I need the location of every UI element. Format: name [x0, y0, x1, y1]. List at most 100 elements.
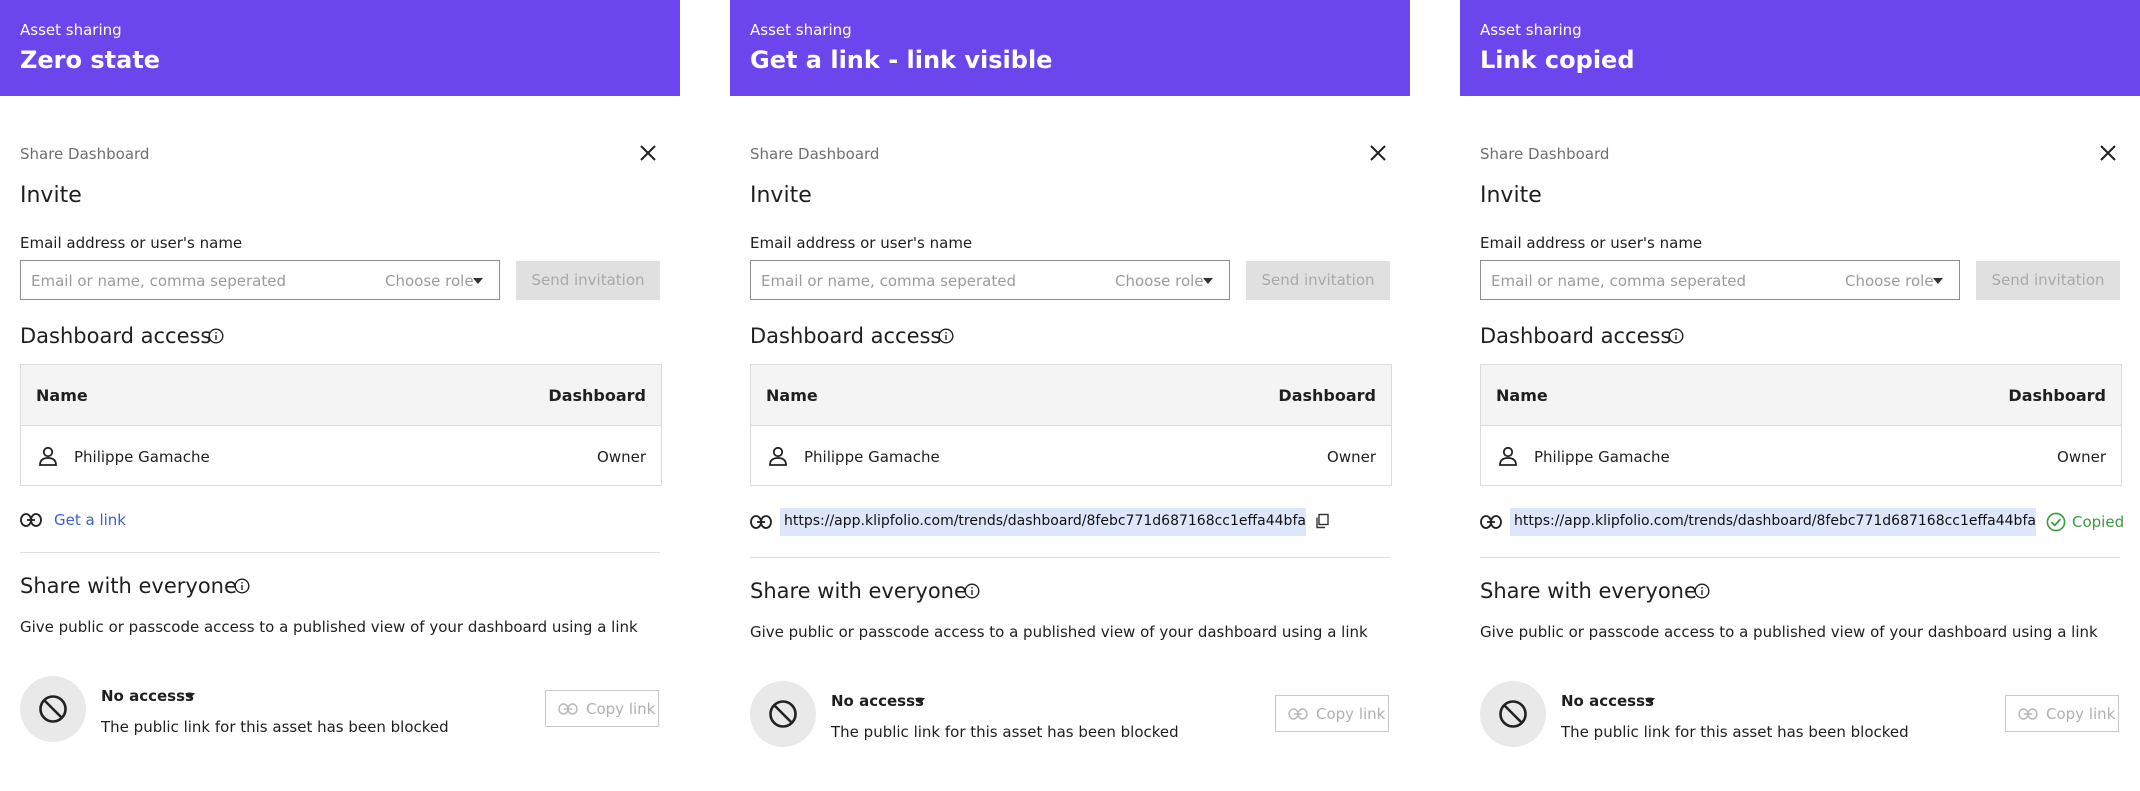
block-icon	[769, 700, 797, 728]
info-icon[interactable]	[938, 328, 954, 344]
access-description: The public link for this asset has been …	[101, 718, 449, 736]
email-input[interactable]: Email or name, comma seperated Choose ro…	[20, 260, 500, 300]
caret-down-icon[interactable]	[915, 698, 925, 704]
info-icon[interactable]	[964, 583, 980, 599]
user-role: Owner	[1327, 448, 1376, 466]
block-icon	[1499, 700, 1527, 728]
table-header: Name Dashboard	[1481, 365, 2121, 426]
user-name: Philippe Gamache	[74, 448, 210, 466]
access-level-select[interactable]: No accesss	[1561, 692, 1654, 710]
share-description: Give public or passcode access to a publ…	[750, 623, 1368, 641]
access-level-select[interactable]: No accesss	[831, 692, 924, 710]
email-input[interactable]: Email or name, comma seperated Choose ro…	[750, 260, 1230, 300]
access-description: The public link for this asset has been …	[831, 723, 1179, 741]
link-icon	[750, 515, 772, 529]
divider	[750, 557, 1390, 558]
copy-link-label: Copy link	[2046, 705, 2116, 723]
access-description: The public link for this asset has been …	[1561, 723, 1909, 741]
link-icon	[1288, 708, 1308, 720]
panel-header: Asset sharing Zero state	[0, 0, 680, 96]
copy-link-label: Copy link	[586, 700, 656, 718]
column-name: Name	[766, 386, 818, 405]
user-icon	[39, 446, 57, 466]
column-dashboard: Dashboard	[548, 386, 646, 405]
email-placeholder: Email or name, comma seperated	[1491, 272, 1746, 290]
copied-status: Copied	[2072, 513, 2125, 531]
caret-down-icon[interactable]	[1645, 698, 1655, 704]
panel-header: Asset sharing Link copied	[1460, 0, 2140, 96]
share-link-field[interactable]: https://app.klipfolio.com/trends/dashboa…	[780, 508, 1306, 536]
link-icon	[1480, 515, 1502, 529]
share-everyone-heading: Share with everyone	[750, 579, 967, 603]
column-name: Name	[36, 386, 88, 405]
user-icon	[1499, 446, 1517, 466]
get-a-link-button[interactable]: Get a link	[54, 511, 126, 529]
send-invitation-button[interactable]: Send invitation	[516, 261, 660, 300]
close-icon[interactable]	[638, 143, 658, 163]
copy-link-label: Copy link	[1316, 705, 1386, 723]
user-name: Philippe Gamache	[804, 448, 940, 466]
copy-link-button[interactable]: Copy link	[2005, 695, 2119, 732]
share-link-url: https://app.klipfolio.com/trends/dashboa…	[784, 513, 1306, 529]
close-icon[interactable]	[2098, 143, 2118, 163]
access-level-select[interactable]: No accesss	[101, 687, 194, 705]
copy-link-button[interactable]: Copy link	[1275, 695, 1389, 732]
dashboard-access-heading: Dashboard access	[750, 324, 942, 348]
info-icon[interactable]	[1694, 583, 1710, 599]
user-name: Philippe Gamache	[1534, 448, 1670, 466]
caret-down-icon[interactable]	[185, 693, 195, 699]
caret-down-icon	[1933, 278, 1943, 284]
info-icon[interactable]	[208, 328, 224, 344]
link-icon	[558, 703, 578, 715]
close-icon[interactable]	[1368, 143, 1388, 163]
link-icon	[2018, 708, 2038, 720]
column-dashboard: Dashboard	[1278, 386, 1376, 405]
send-invitation-button[interactable]: Send invitation	[1246, 261, 1390, 300]
role-select[interactable]: Choose role	[1845, 272, 1934, 290]
block-icon	[39, 695, 67, 723]
email-placeholder: Email or name, comma seperated	[31, 272, 286, 290]
header-title: Zero state	[20, 46, 161, 74]
table-header: Name Dashboard	[751, 365, 1391, 426]
panel-link-copied: Asset sharing Link copied Share Dashboar…	[1460, 0, 2140, 791]
email-label: Email address or user's name	[20, 234, 243, 252]
email-label: Email address or user's name	[1480, 234, 1703, 252]
email-label: Email address or user's name	[750, 234, 973, 252]
send-invitation-button[interactable]: Send invitation	[1976, 261, 2120, 300]
access-table: Name Dashboard Philippe Gamache Owner	[1480, 364, 2122, 486]
invite-heading: Invite	[1480, 183, 1542, 208]
share-everyone-heading: Share with everyone	[1480, 579, 1697, 603]
header-subtitle: Asset sharing	[1480, 21, 1582, 39]
panel-header: Asset sharing Get a link - link visible	[730, 0, 1410, 96]
caret-down-icon	[473, 278, 483, 284]
share-description: Give public or passcode access to a publ…	[20, 618, 638, 636]
panel-zero-state: Asset sharing Zero state Share Dashboard…	[0, 0, 680, 791]
divider	[1480, 557, 2120, 558]
copy-icon[interactable]	[1314, 513, 1330, 529]
column-name: Name	[1496, 386, 1548, 405]
link-icon	[20, 513, 42, 527]
user-role: Owner	[2057, 448, 2106, 466]
check-circle-icon	[2046, 512, 2066, 532]
role-select[interactable]: Choose role	[385, 272, 474, 290]
header-subtitle: Asset sharing	[20, 21, 122, 39]
caret-down-icon	[1203, 278, 1213, 284]
share-link-url: https://app.klipfolio.com/trends/dashboa…	[1514, 513, 2036, 529]
header-title: Link copied	[1480, 46, 1635, 74]
dialog-title: Share Dashboard	[750, 145, 880, 163]
copy-link-button[interactable]: Copy link	[545, 690, 659, 727]
email-input[interactable]: Email or name, comma seperated Choose ro…	[1480, 260, 1960, 300]
header-title: Get a link - link visible	[750, 46, 1053, 74]
dialog-title: Share Dashboard	[20, 145, 150, 163]
divider	[20, 552, 660, 553]
user-role: Owner	[597, 448, 646, 466]
info-icon[interactable]	[1668, 328, 1684, 344]
role-select[interactable]: Choose role	[1115, 272, 1204, 290]
share-everyone-heading: Share with everyone	[20, 574, 237, 598]
share-link-field[interactable]: https://app.klipfolio.com/trends/dashboa…	[1510, 508, 2036, 536]
info-icon[interactable]	[234, 578, 250, 594]
share-description: Give public or passcode access to a publ…	[1480, 623, 2098, 641]
column-dashboard: Dashboard	[2008, 386, 2106, 405]
dashboard-access-heading: Dashboard access	[20, 324, 212, 348]
invite-heading: Invite	[20, 183, 82, 208]
